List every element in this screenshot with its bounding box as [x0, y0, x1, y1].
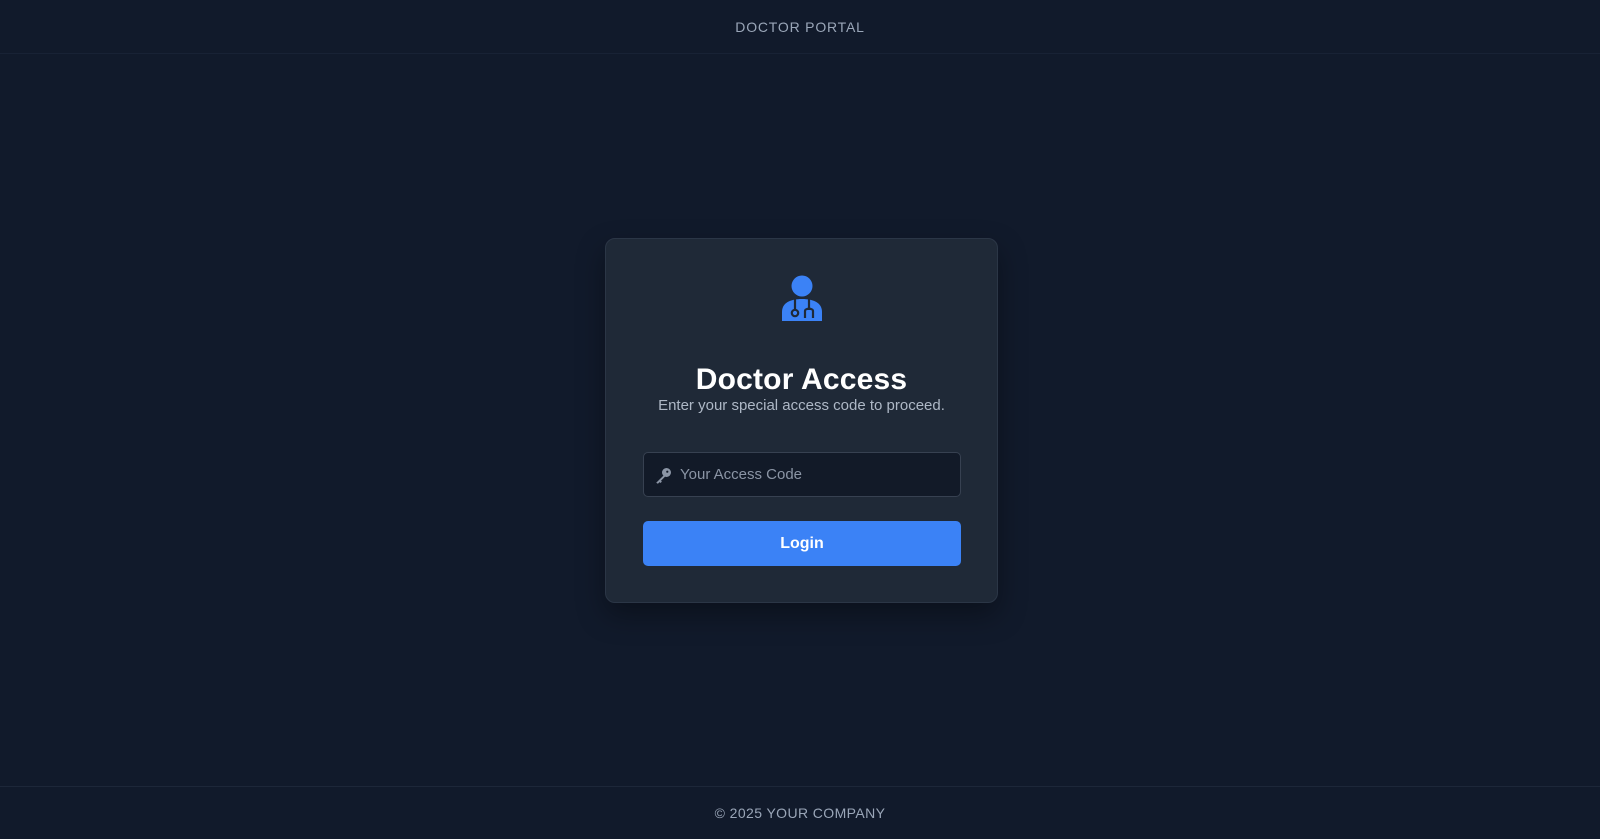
card-subtitle: Enter your special access code to procee… [658, 397, 945, 414]
top-navigation-bar: DOCTOR PORTAL [0, 0, 1600, 54]
doctor-icon [782, 275, 822, 321]
login-page: DOCTOR PORTAL Doctor Access Enter your s… [0, 0, 1600, 839]
card-title: Doctor Access [695, 363, 908, 397]
login-card: Doctor Access Enter your special access … [605, 238, 998, 603]
portal-title: DOCTOR PORTAL [735, 18, 865, 35]
access-code-field[interactable] [643, 452, 961, 497]
page-footer: © 2025 YOUR COMPANY [0, 786, 1600, 839]
access-code-input[interactable] [680, 453, 950, 496]
login-button[interactable]: Login [643, 521, 961, 566]
copyright-text: © 2025 YOUR COMPANY [714, 805, 886, 821]
key-icon [656, 468, 671, 484]
